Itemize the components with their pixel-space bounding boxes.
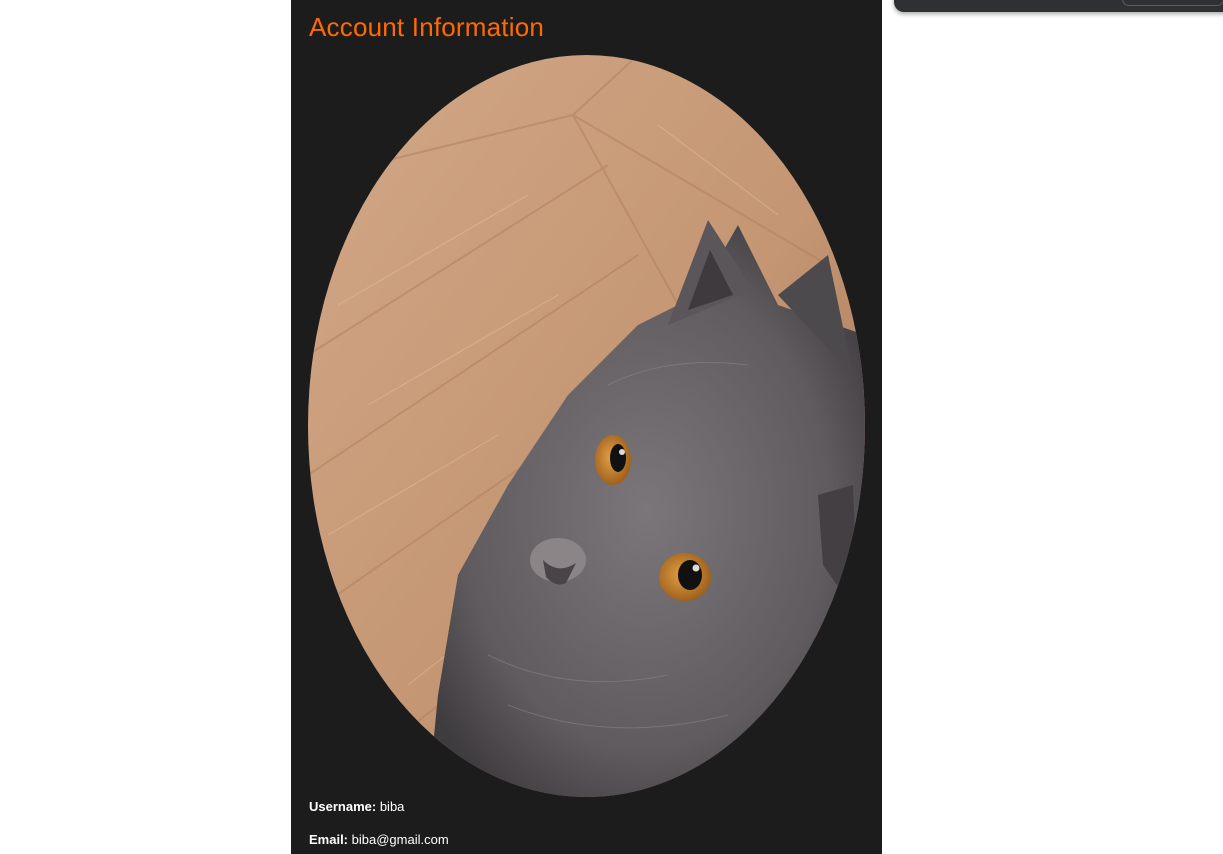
page: Account Information Username: biba Email… bbox=[0, 0, 1223, 854]
browser-toolbar-fragment bbox=[894, 0, 1223, 12]
email-row: Email: biba@gmail.com bbox=[309, 832, 449, 847]
page-title: Account Information bbox=[309, 12, 545, 42]
avatar-photo bbox=[308, 55, 865, 797]
toolbar-button[interactable] bbox=[1122, 0, 1223, 6]
username-row: Username: biba bbox=[309, 799, 404, 814]
username-value: biba bbox=[379, 799, 405, 814]
username-label: Username: bbox=[309, 799, 377, 814]
avatar bbox=[308, 55, 865, 797]
email-value: biba@gmail.com bbox=[351, 832, 449, 847]
email-label: Email: bbox=[309, 832, 349, 847]
account-panel: Account Information Username: biba Email… bbox=[291, 0, 882, 854]
